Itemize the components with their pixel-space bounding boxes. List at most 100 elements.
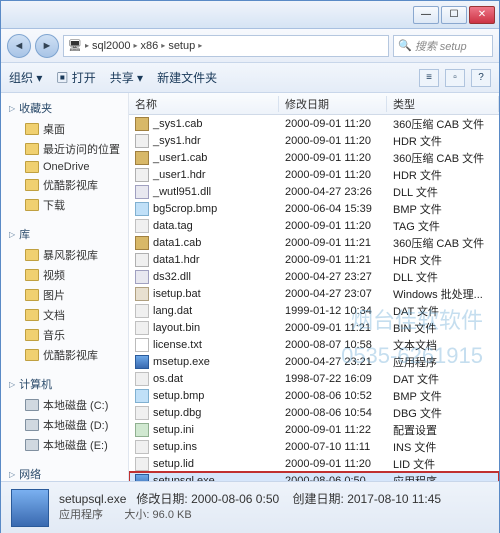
sidebar-item[interactable]: 优酷影视库 xyxy=(1,345,128,365)
folder-icon xyxy=(25,249,39,261)
file-icon xyxy=(135,287,149,301)
file-row[interactable]: _sys1.cab 2000-09-01 11:20 360压缩 CAB 文件 xyxy=(129,115,499,132)
sidebar-item[interactable]: 暴风影视库 xyxy=(1,245,128,265)
file-type: 360压缩 CAB 文件 xyxy=(387,150,499,166)
sidebar-favorites-head[interactable]: 收藏夹 xyxy=(1,97,128,119)
file-date: 2000-09-01 11:20 xyxy=(279,458,387,470)
file-row[interactable]: lang.dat 1999-01-12 10:34 DAT 文件 xyxy=(129,302,499,319)
file-icon xyxy=(135,457,149,471)
file-row[interactable]: ds32.dll 2000-04-27 23:27 DLL 文件 xyxy=(129,268,499,285)
file-name: setup.bmp xyxy=(153,390,204,402)
file-row[interactable]: data.tag 2000-09-01 11:20 TAG 文件 xyxy=(129,217,499,234)
sidebar-item[interactable]: 下载 xyxy=(1,195,128,215)
minimize-button[interactable]: — xyxy=(413,6,439,24)
file-row[interactable]: bg5crop.bmp 2000-06-04 15:39 BMP 文件 xyxy=(129,200,499,217)
file-list[interactable]: 名称 修改日期 类型 _sys1.cab 2000-09-01 11:20 36… xyxy=(129,93,499,481)
file-type: DAT 文件 xyxy=(387,303,499,319)
back-button[interactable]: ◄ xyxy=(7,34,31,58)
sidebar-item[interactable]: 文档 xyxy=(1,305,128,325)
breadcrumb[interactable]: 🖥 ▸ sql2000 ▸ x86 ▸ setup ▸ xyxy=(63,35,389,57)
sidebar-item[interactable]: 本地磁盘 (C:) xyxy=(1,395,128,415)
file-row[interactable]: data1.hdr 2000-09-01 11:21 HDR 文件 xyxy=(129,251,499,268)
file-date: 2000-09-01 11:21 xyxy=(279,237,387,249)
file-date: 2000-04-27 23:07 xyxy=(279,288,387,300)
file-row[interactable]: layout.bin 2000-09-01 11:21 BIN 文件 xyxy=(129,319,499,336)
file-name: setup.dbg xyxy=(153,407,201,419)
file-date: 2000-08-06 0:50 xyxy=(279,475,387,482)
forward-button[interactable]: ► xyxy=(35,34,59,58)
file-type: 应用程序 xyxy=(387,354,499,370)
preview-pane-button[interactable]: ▫ xyxy=(445,69,465,87)
new-folder-button[interactable]: 新建文件夹 xyxy=(157,69,217,86)
file-row[interactable]: isetup.bat 2000-04-27 23:07 Windows 批处理.… xyxy=(129,285,499,302)
view-options-button[interactable]: ≡ xyxy=(419,69,439,87)
file-row[interactable]: setup.ins 2000-07-10 11:11 INS 文件 xyxy=(129,438,499,455)
search-input[interactable]: 🔍 搜索 setup xyxy=(393,35,493,57)
close-button[interactable]: ✕ xyxy=(469,6,495,24)
file-row[interactable]: setup.bmp 2000-08-06 10:52 BMP 文件 xyxy=(129,387,499,404)
sidebar-item[interactable]: OneDrive xyxy=(1,159,128,175)
file-date: 2000-09-01 11:20 xyxy=(279,135,387,147)
file-row[interactable]: os.dat 1998-07-22 16:09 DAT 文件 xyxy=(129,370,499,387)
sidebar-item[interactable]: 本地磁盘 (D:) xyxy=(1,415,128,435)
folder-icon xyxy=(25,199,39,211)
folder-icon xyxy=(25,269,39,281)
file-type: TAG 文件 xyxy=(387,218,499,234)
sidebar-library-head[interactable]: 库 xyxy=(1,223,128,245)
sidebar-item[interactable]: 图片 xyxy=(1,285,128,305)
file-row[interactable]: _wutl951.dll 2000-04-27 23:26 DLL 文件 xyxy=(129,183,499,200)
sidebar-computer-head[interactable]: 计算机 xyxy=(1,373,128,395)
file-row[interactable]: _sys1.hdr 2000-09-01 11:20 HDR 文件 xyxy=(129,132,499,149)
file-date: 2000-09-01 11:20 xyxy=(279,220,387,232)
sidebar-item[interactable]: 音乐 xyxy=(1,325,128,345)
file-row[interactable]: _user1.hdr 2000-09-01 11:20 HDR 文件 xyxy=(129,166,499,183)
sidebar-item[interactable]: 本地磁盘 (E:) xyxy=(1,435,128,455)
file-date: 2000-08-07 10:58 xyxy=(279,339,387,351)
sidebar-item[interactable]: 视频 xyxy=(1,265,128,285)
file-name: license.txt xyxy=(153,339,202,351)
file-name: setupsql.exe xyxy=(153,475,215,482)
help-button[interactable]: ? xyxy=(471,69,491,87)
file-row[interactable]: license.txt 2000-08-07 10:58 文本文档 xyxy=(129,336,499,353)
organize-menu[interactable]: 组织 ▾ xyxy=(9,69,42,86)
folder-icon xyxy=(25,439,39,451)
sidebar-item[interactable]: 优酷影视库 xyxy=(1,175,128,195)
file-date: 2000-08-06 10:54 xyxy=(279,407,387,419)
file-icon xyxy=(135,219,149,233)
main-area: 收藏夹 桌面最近访问的位置OneDrive优酷影视库下载 库 暴风影视库视频图片… xyxy=(1,93,499,481)
file-name: _wutl951.dll xyxy=(153,186,211,198)
file-name: data1.hdr xyxy=(153,254,199,266)
sidebar-item[interactable]: 最近访问的位置 xyxy=(1,139,128,159)
col-type-header[interactable]: 类型 xyxy=(387,96,499,112)
col-name-header[interactable]: 名称 xyxy=(129,96,279,112)
file-row[interactable]: setup.lid 2000-09-01 11:20 LID 文件 xyxy=(129,455,499,472)
breadcrumb-part[interactable]: x86 xyxy=(141,40,159,52)
statusbar-file-icon xyxy=(11,489,49,527)
file-type: HDR 文件 xyxy=(387,252,499,268)
file-row[interactable]: setup.dbg 2000-08-06 10:54 DBG 文件 xyxy=(129,404,499,421)
maximize-button[interactable]: ☐ xyxy=(441,6,467,24)
file-row[interactable]: setup.ini 2000-09-01 11:22 配置设置 xyxy=(129,421,499,438)
folder-icon xyxy=(25,419,39,431)
open-button[interactable]: ▣ 打开 xyxy=(56,69,95,86)
sidebar-network-head[interactable]: 网络 xyxy=(1,463,128,481)
file-row[interactable]: setupsql.exe 2000-08-06 0:50 应用程序 xyxy=(129,472,499,481)
file-icon xyxy=(135,117,149,131)
file-icon xyxy=(135,134,149,148)
file-icon xyxy=(135,338,149,352)
file-row[interactable]: data1.cab 2000-09-01 11:21 360压缩 CAB 文件 xyxy=(129,234,499,251)
breadcrumb-part[interactable]: sql2000 xyxy=(92,40,131,52)
file-date: 2000-09-01 11:22 xyxy=(279,424,387,436)
file-date: 2000-09-01 11:20 xyxy=(279,118,387,130)
file-icon xyxy=(135,321,149,335)
sb-type: 应用程序 xyxy=(59,509,103,521)
file-date: 2000-09-01 11:20 xyxy=(279,169,387,181)
file-row[interactable]: msetup.exe 2000-04-27 23:21 应用程序 xyxy=(129,353,499,370)
file-name: data1.cab xyxy=(153,237,201,249)
file-row[interactable]: _user1.cab 2000-09-01 11:20 360压缩 CAB 文件 xyxy=(129,149,499,166)
sidebar-item[interactable]: 桌面 xyxy=(1,119,128,139)
col-date-header[interactable]: 修改日期 xyxy=(279,96,387,112)
breadcrumb-part[interactable]: setup xyxy=(168,40,195,52)
share-menu[interactable]: 共享 ▾ xyxy=(110,69,143,86)
sidebar: 收藏夹 桌面最近访问的位置OneDrive优酷影视库下载 库 暴风影视库视频图片… xyxy=(1,93,129,481)
